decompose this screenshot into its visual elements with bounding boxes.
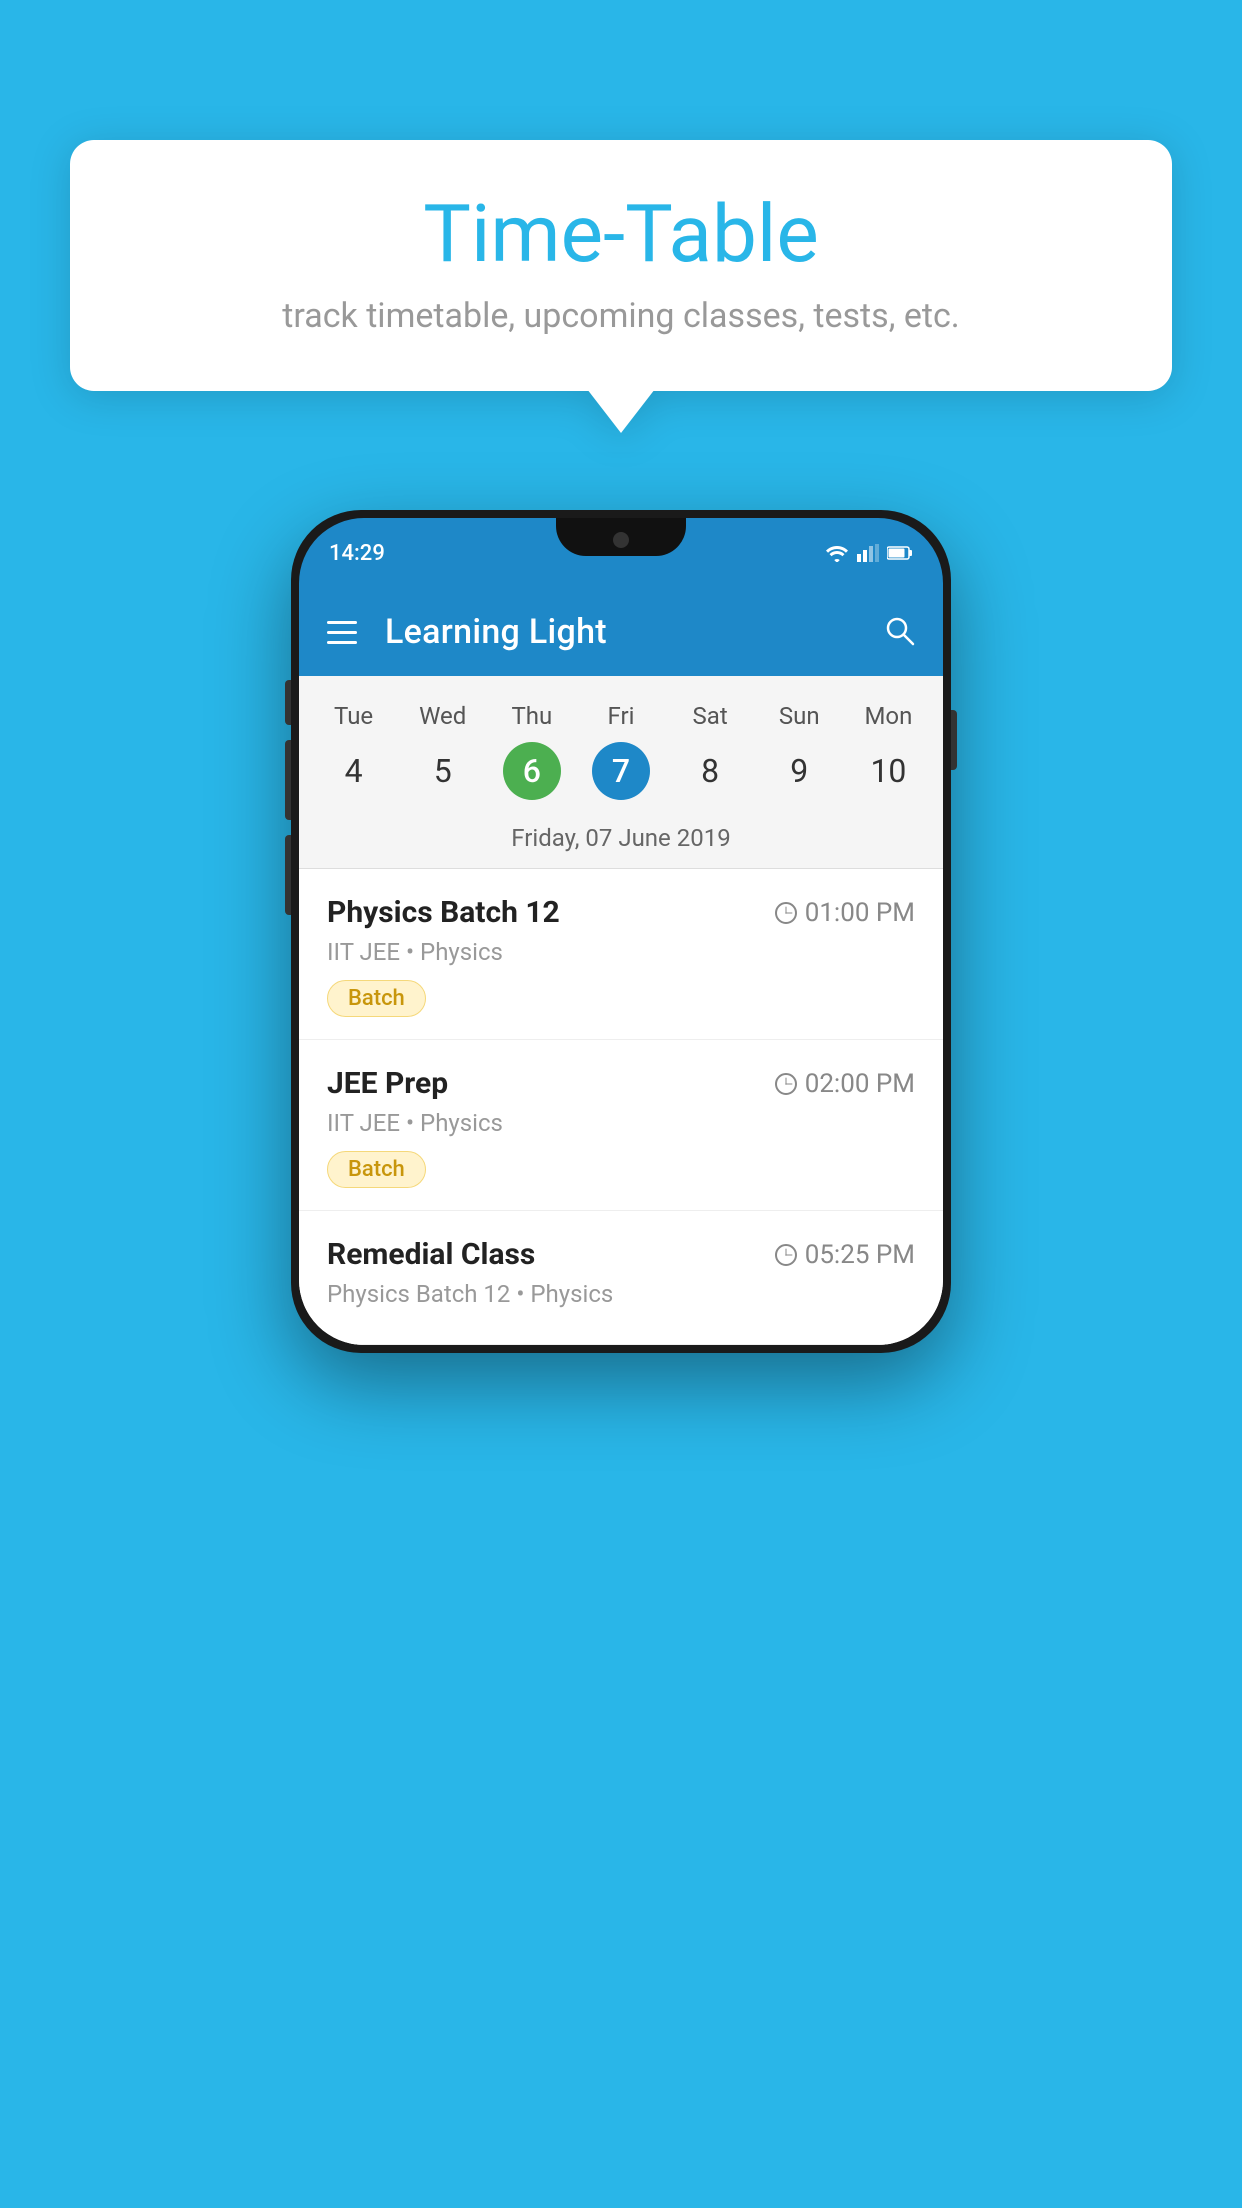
status-icons	[825, 544, 913, 562]
day-6-today[interactable]: 6	[503, 742, 561, 800]
schedule-item-3-header: Remedial Class 05:25 PM	[327, 1237, 915, 1272]
search-button[interactable]	[883, 614, 915, 650]
phone-mockup: 14:29	[291, 510, 951, 1353]
schedule-subtitle-3: Physics Batch 12 • Physics	[327, 1280, 915, 1308]
time-text-1: 01:00 PM	[805, 898, 915, 928]
day-5[interactable]: 5	[398, 742, 487, 800]
app-bar: Learning Light	[299, 588, 943, 676]
day-4[interactable]: 4	[309, 742, 398, 800]
day-label-sat: Sat	[666, 696, 755, 736]
schedule-title-3: Remedial Class	[327, 1237, 535, 1272]
clock-icon-3	[775, 1244, 797, 1266]
clock-icon-2	[775, 1073, 797, 1095]
speech-bubble-card: Time-Table track timetable, upcoming cla…	[70, 140, 1172, 391]
status-time: 14:29	[329, 541, 385, 566]
status-bar: 14:29	[299, 518, 943, 588]
schedule-subtitle-1: IIT JEE • Physics	[327, 938, 915, 966]
batch-tag-2: Batch	[327, 1151, 426, 1188]
day-label-sun: Sun	[755, 696, 844, 736]
day-label-tue: Tue	[309, 696, 398, 736]
day-numbers: 4 5 6 7 8 9 10	[299, 736, 943, 816]
app-title: Learning Light	[385, 612, 855, 652]
day-labels: Tue Wed Thu Fri Sat Sun Mon	[299, 696, 943, 736]
phone-frame: 14:29	[291, 510, 951, 1353]
schedule-item-2-header: JEE Prep 02:00 PM	[327, 1066, 915, 1101]
battery-icon	[887, 546, 913, 560]
schedule-item-1-header: Physics Batch 12 01:00 PM	[327, 895, 915, 930]
selected-date-label: Friday, 07 June 2019	[299, 816, 943, 869]
day-7-selected[interactable]: 7	[592, 742, 650, 800]
camera	[613, 532, 629, 548]
day-label-wed: Wed	[398, 696, 487, 736]
schedule-item-1[interactable]: Physics Batch 12 01:00 PM IIT JEE • Phys…	[299, 869, 943, 1040]
schedule-time-2: 02:00 PM	[775, 1069, 915, 1099]
time-text-3: 05:25 PM	[805, 1240, 915, 1270]
phone-screen: 14:29	[299, 518, 943, 1345]
volume-silent-button	[285, 680, 291, 725]
wifi-icon	[825, 544, 849, 562]
calendar-header: Tue Wed Thu Fri Sat Sun Mon 4 5 6 7 8 9 …	[299, 676, 943, 869]
signal-icon	[857, 544, 879, 562]
schedule-item-2[interactable]: JEE Prep 02:00 PM IIT JEE • Physics Batc…	[299, 1040, 943, 1211]
power-button	[951, 710, 957, 770]
schedule-title-1: Physics Batch 12	[327, 895, 560, 930]
schedule-time-1: 01:00 PM	[775, 898, 915, 928]
day-label-thu: Thu	[487, 696, 576, 736]
time-text-2: 02:00 PM	[805, 1069, 915, 1099]
menu-button[interactable]	[327, 621, 357, 644]
volume-down-button	[285, 835, 291, 915]
clock-icon-1	[775, 902, 797, 924]
day-label-mon: Mon	[844, 696, 933, 736]
schedule-item-3[interactable]: Remedial Class 05:25 PM Physics Batch 12…	[299, 1211, 943, 1345]
day-9[interactable]: 9	[755, 742, 844, 800]
bubble-subtitle: track timetable, upcoming classes, tests…	[130, 296, 1112, 336]
schedule-subtitle-2: IIT JEE • Physics	[327, 1109, 915, 1137]
schedule-time-3: 05:25 PM	[775, 1240, 915, 1270]
day-label-fri: Fri	[576, 696, 665, 736]
schedule-title-2: JEE Prep	[327, 1066, 448, 1101]
schedule-list: Physics Batch 12 01:00 PM IIT JEE • Phys…	[299, 869, 943, 1345]
volume-up-button	[285, 740, 291, 820]
bubble-title: Time-Table	[130, 190, 1112, 278]
batch-tag-1: Batch	[327, 980, 426, 1017]
day-8[interactable]: 8	[666, 742, 755, 800]
day-10[interactable]: 10	[844, 742, 933, 800]
notch	[556, 518, 686, 556]
